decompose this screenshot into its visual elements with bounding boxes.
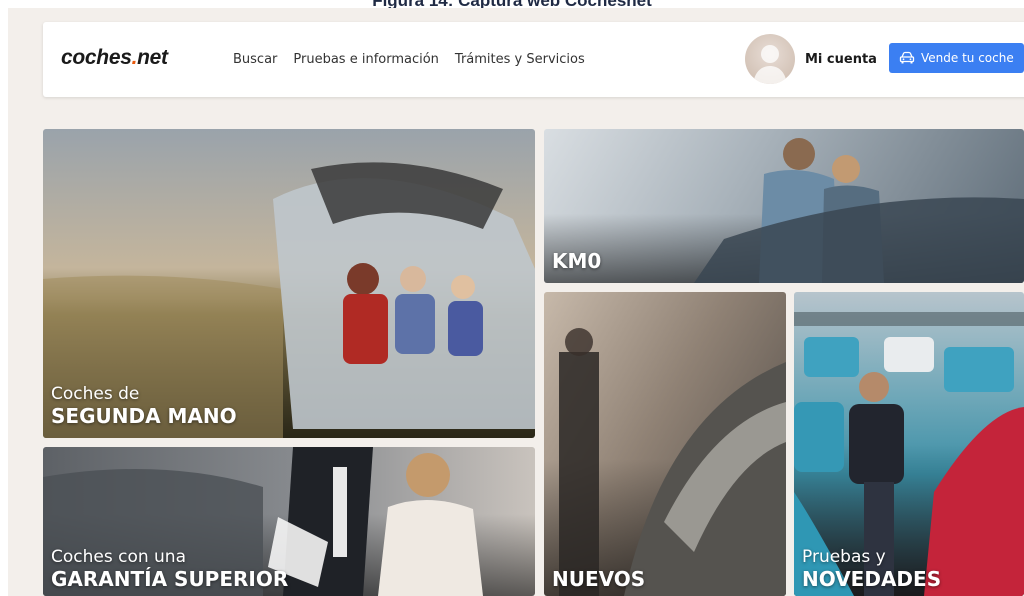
- tile-nuevos[interactable]: NUEVOS: [544, 292, 786, 596]
- nav-item-buscar[interactable]: Buscar: [233, 52, 277, 67]
- tile-garantia-superior[interactable]: Coches con una GARANTÍA SUPERIOR: [43, 447, 535, 596]
- couple-car-image: [694, 138, 1024, 283]
- tile-pruebas-novedades[interactable]: Pruebas y NOVEDADES: [794, 292, 1024, 596]
- avatar[interactable]: [745, 34, 795, 84]
- document-page: Figura 14: Captura web Cochesnet coches.…: [0, 0, 1024, 596]
- logo-text-main: coches: [61, 46, 132, 69]
- sell-button-label: Vende tu coche: [921, 51, 1014, 65]
- tile-label-garantia: Coches con una GARANTÍA SUPERIOR: [51, 548, 288, 591]
- my-account-link[interactable]: Mi cuenta: [805, 52, 877, 67]
- tile-line2: SEGUNDA MANO: [51, 404, 237, 428]
- car-icon: [899, 51, 915, 64]
- site-header: coches.net Buscar Pruebas e información …: [43, 22, 1024, 97]
- website-screenshot: coches.net Buscar Pruebas e información …: [8, 8, 1024, 596]
- tile-line1: Pruebas y: [802, 547, 886, 568]
- tile-km0[interactable]: KM0: [544, 129, 1024, 283]
- site-logo[interactable]: coches.net: [61, 46, 168, 70]
- tile-label-nuevos: NUEVOS: [552, 568, 645, 591]
- tile-single-label: NUEVOS: [552, 567, 646, 591]
- tile-label-km0: KM0: [552, 250, 601, 273]
- tile-single-label: KM0: [552, 249, 602, 273]
- user-silhouette-icon: [753, 45, 787, 84]
- tile-line2: NOVEDADES: [802, 567, 942, 591]
- tile-line1: Coches con una: [51, 547, 187, 568]
- tile-line1: Coches de: [51, 384, 140, 405]
- logo-text-suffix: net: [137, 46, 168, 69]
- new-car-showroom-image: [559, 328, 786, 596]
- tile-line2: GARANTÍA SUPERIOR: [51, 567, 289, 591]
- tile-label-pruebas: Pruebas y NOVEDADES: [802, 548, 941, 591]
- tile-label-segunda-mano: Coches de SEGUNDA MANO: [51, 385, 237, 428]
- tile-segunda-mano[interactable]: Coches de SEGUNDA MANO: [43, 129, 535, 438]
- nav-item-tramites[interactable]: Trámites y Servicios: [455, 52, 585, 67]
- sell-car-button[interactable]: Vende tu coche: [889, 43, 1024, 73]
- nav-item-pruebas[interactable]: Pruebas e información: [293, 52, 439, 67]
- main-nav: Buscar Pruebas e información Trámites y …: [233, 52, 585, 67]
